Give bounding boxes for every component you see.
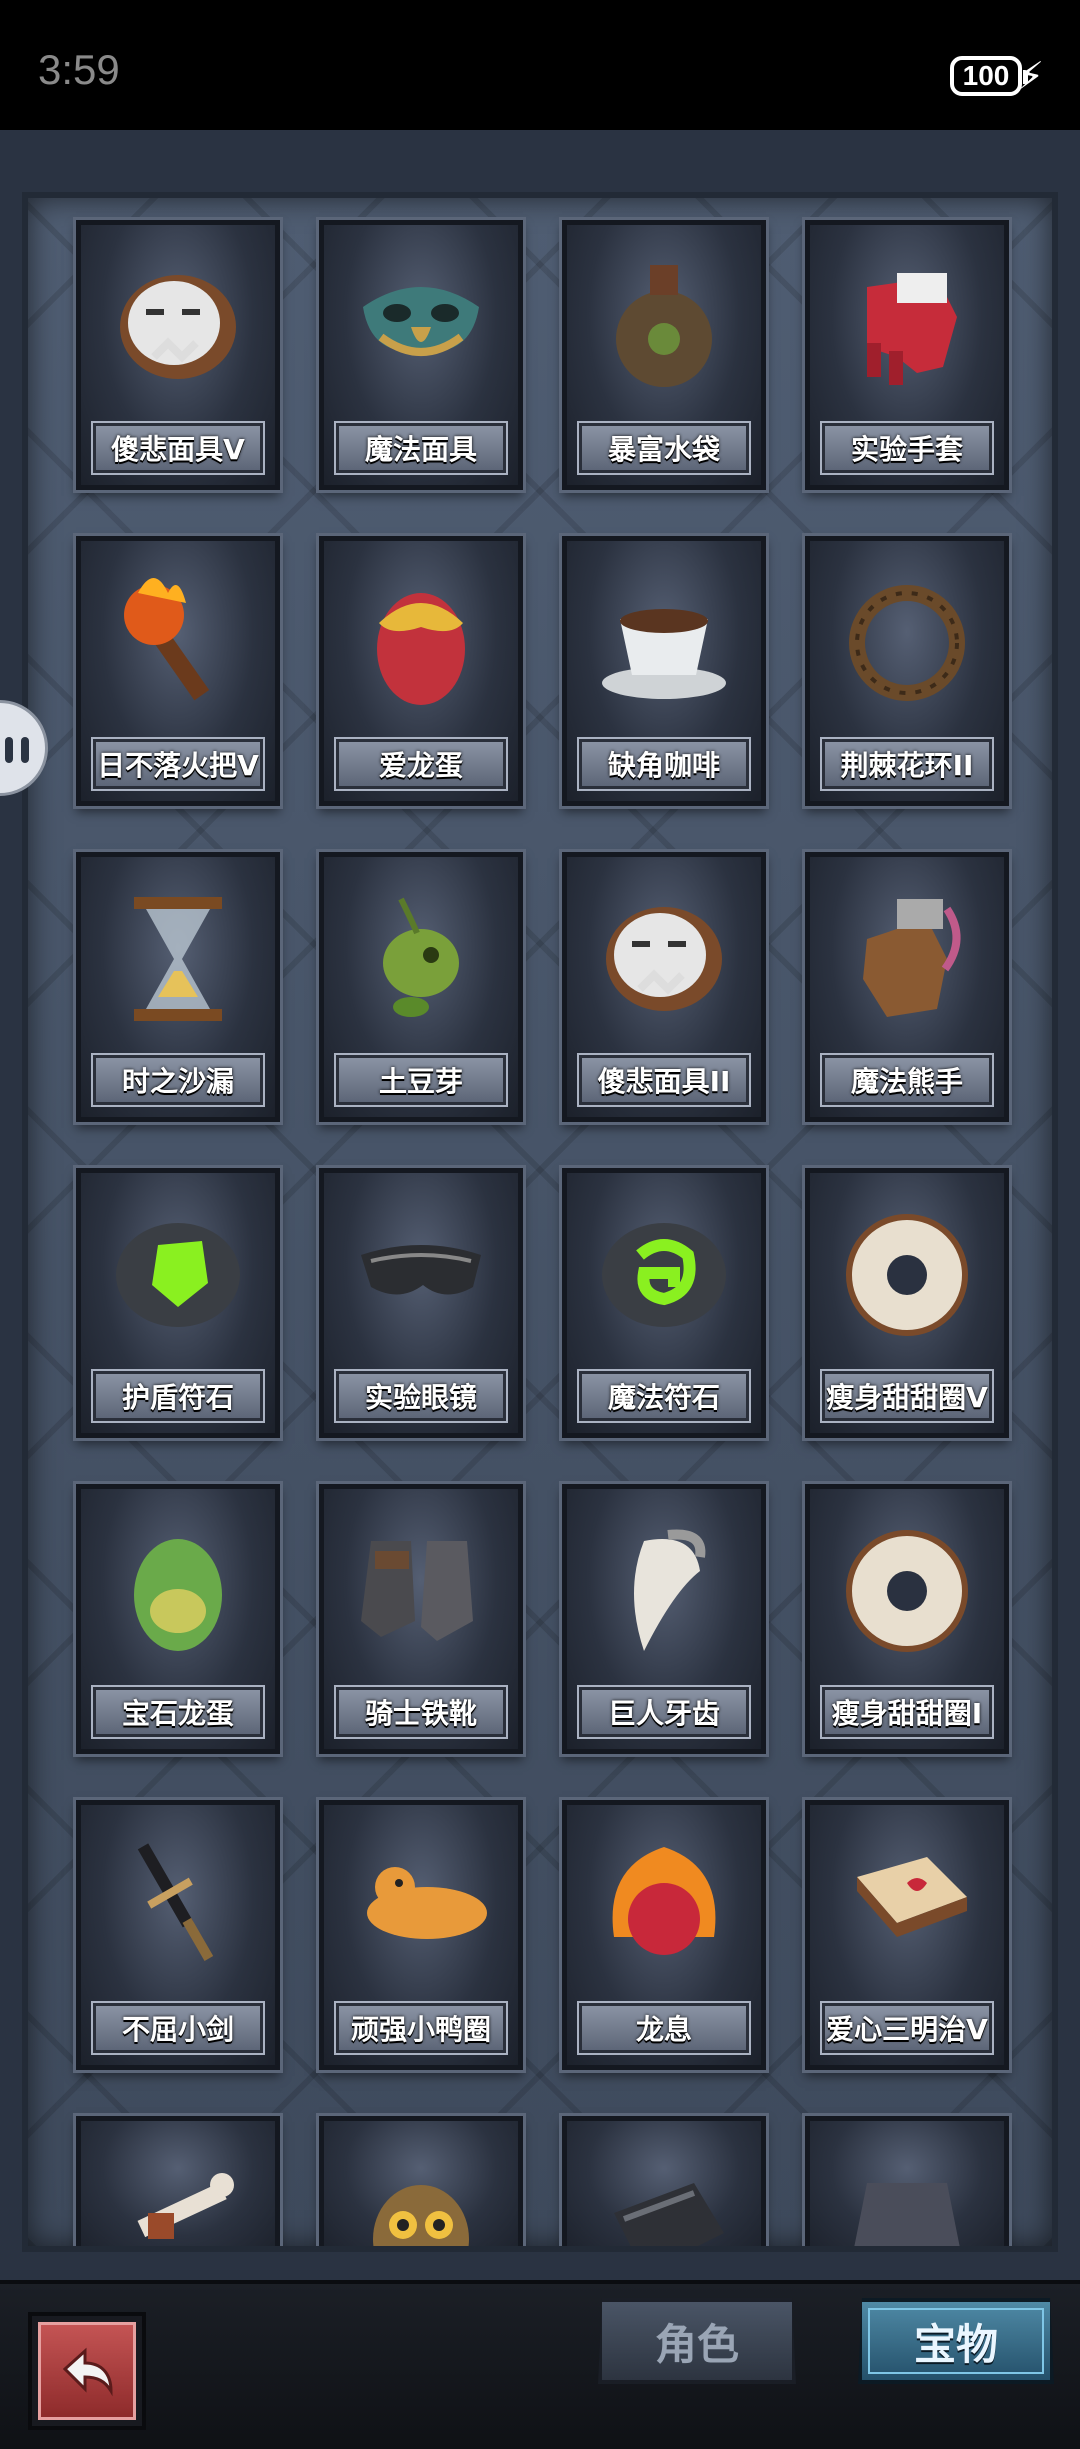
item-card[interactable]: 瘦身甜甜圈V [802,1165,1012,1441]
bottom-bar: 角色 宝物 [0,2280,1080,2449]
item-label: 时之沙漏 [91,1053,265,1107]
item-card[interactable]: 不屈小剑 [73,1797,283,2073]
thorn-wreath-icon [827,563,987,713]
item-card[interactable] [316,2113,526,2246]
treasure-panel: 傻悲面具V 魔法面具 暴富水袋 实验手套日不落火把V 爱龙蛋 缺角咖啡 荆棘花环II 时之沙漏… [22,192,1058,2252]
item-label: 缺角咖啡 [577,737,751,791]
item-card[interactable]: 日不落火把V [73,533,283,809]
battery-icon: 100 [950,56,1028,96]
item-card[interactable]: 瘦身甜甜圈I [802,1481,1012,1757]
item-card[interactable]: 龙息 [559,1797,769,2073]
item-label: 日不落火把V [91,737,265,791]
item-label: 护盾符石 [91,1369,265,1423]
item-label: 荆棘花环II [820,737,994,791]
hourglass-icon [98,879,258,1029]
item-card[interactable]: 时之沙漏 [73,849,283,1125]
sandwich-icon [827,1827,987,1977]
item-card[interactable]: 荆棘花环II [802,533,1012,809]
item-label: 龙息 [577,2001,751,2055]
item-label: 瘦身甜甜圈I [820,1685,994,1739]
item-card[interactable]: 傻悲面具II [559,849,769,1125]
item-card[interactable]: 护盾符石 [73,1165,283,1441]
item-label: 魔法熊手 [820,1053,994,1107]
lab-goggles-icon [341,1195,501,1345]
hooded-cloak-icon [827,2143,987,2246]
item-card[interactable]: 实验眼镜 [316,1165,526,1441]
item-label: 顽强小鸭圈 [334,2001,508,2055]
status-bar: 3:59 100 ⚡ [0,0,1080,130]
back-arrow-icon [38,2322,136,2420]
item-card[interactable]: 魔法熊手 [802,849,1012,1125]
item-label: 巨人牙齿 [577,1685,751,1739]
item-label: 宝石龙蛋 [91,1685,265,1739]
item-label: 实验眼镜 [334,1369,508,1423]
lab-glove-icon [827,247,987,397]
item-card[interactable]: 巨人牙齿 [559,1481,769,1757]
back-button[interactable] [28,2312,146,2430]
bear-paw-icon [827,879,987,1029]
item-label: 傻悲面具II [577,1053,751,1107]
sad-mask-icon [98,247,258,397]
coffee-cup-icon [584,563,744,713]
item-label: 不屈小剑 [91,2001,265,2055]
item-card[interactable]: 实验手套 [802,217,1012,493]
item-label: 傻悲面具V [91,421,265,475]
item-card[interactable] [73,2113,283,2246]
item-card[interactable] [559,2113,769,2246]
item-label: 瘦身甜甜圈V [820,1369,994,1423]
item-label: 骑士铁靴 [334,1685,508,1739]
item-label: 爱龙蛋 [334,737,508,791]
water-pouch-icon [584,247,744,397]
item-card[interactable]: 魔法面具 [316,217,526,493]
item-card[interactable]: 爱心三明治V [802,1797,1012,2073]
item-label: 暴富水袋 [577,421,751,475]
item-label: 魔法符石 [577,1369,751,1423]
charging-icon: ⚡ [1017,54,1044,98]
knight-boots-icon [341,1511,501,1661]
item-card[interactable]: 傻悲面具V [73,217,283,493]
bone-icon [98,2143,258,2246]
giant-tooth-icon [584,1511,744,1661]
sad-mask-icon [584,879,744,1029]
potato-sprout-icon [341,879,501,1029]
item-card[interactable]: 骑士铁靴 [316,1481,526,1757]
short-sword-icon [98,1827,258,1977]
status-time: 3:59 [38,46,120,93]
item-card[interactable]: 顽强小鸭圈 [316,1797,526,2073]
torch-icon [98,563,258,713]
item-card[interactable]: 土豆芽 [316,849,526,1125]
magic-rune-icon [584,1195,744,1345]
magic-mask-icon [341,247,501,397]
donut-icon [827,1511,987,1661]
dragon-breath-icon [584,1827,744,1977]
tab-treasure[interactable]: 宝物 [858,2298,1054,2384]
item-card[interactable]: 爱龙蛋 [316,533,526,809]
item-label: 魔法面具 [334,421,508,475]
item-label: 土豆芽 [334,1053,508,1107]
dragon-egg-icon [341,563,501,713]
donut-icon [827,1195,987,1345]
item-grid: 傻悲面具V 魔法面具 暴富水袋 实验手套日不落火把V 爱龙蛋 缺角咖啡 荆棘花环II 时之沙漏… [73,217,1012,2246]
armor-gauntlet-icon [584,2143,744,2246]
item-label: 实验手套 [820,421,994,475]
item-card[interactable]: 宝石龙蛋 [73,1481,283,1757]
item-label: 爱心三明治V [820,2001,994,2055]
item-card[interactable] [802,2113,1012,2246]
tab-role[interactable]: 角色 [598,2298,796,2384]
item-card[interactable]: 暴富水袋 [559,217,769,493]
duck-ring-icon [341,1827,501,1977]
gem-egg-icon [98,1511,258,1661]
item-card[interactable]: 缺角咖啡 [559,533,769,809]
shield-rune-icon [98,1195,258,1345]
owl-icon [341,2143,501,2246]
item-card[interactable]: 魔法符石 [559,1165,769,1441]
